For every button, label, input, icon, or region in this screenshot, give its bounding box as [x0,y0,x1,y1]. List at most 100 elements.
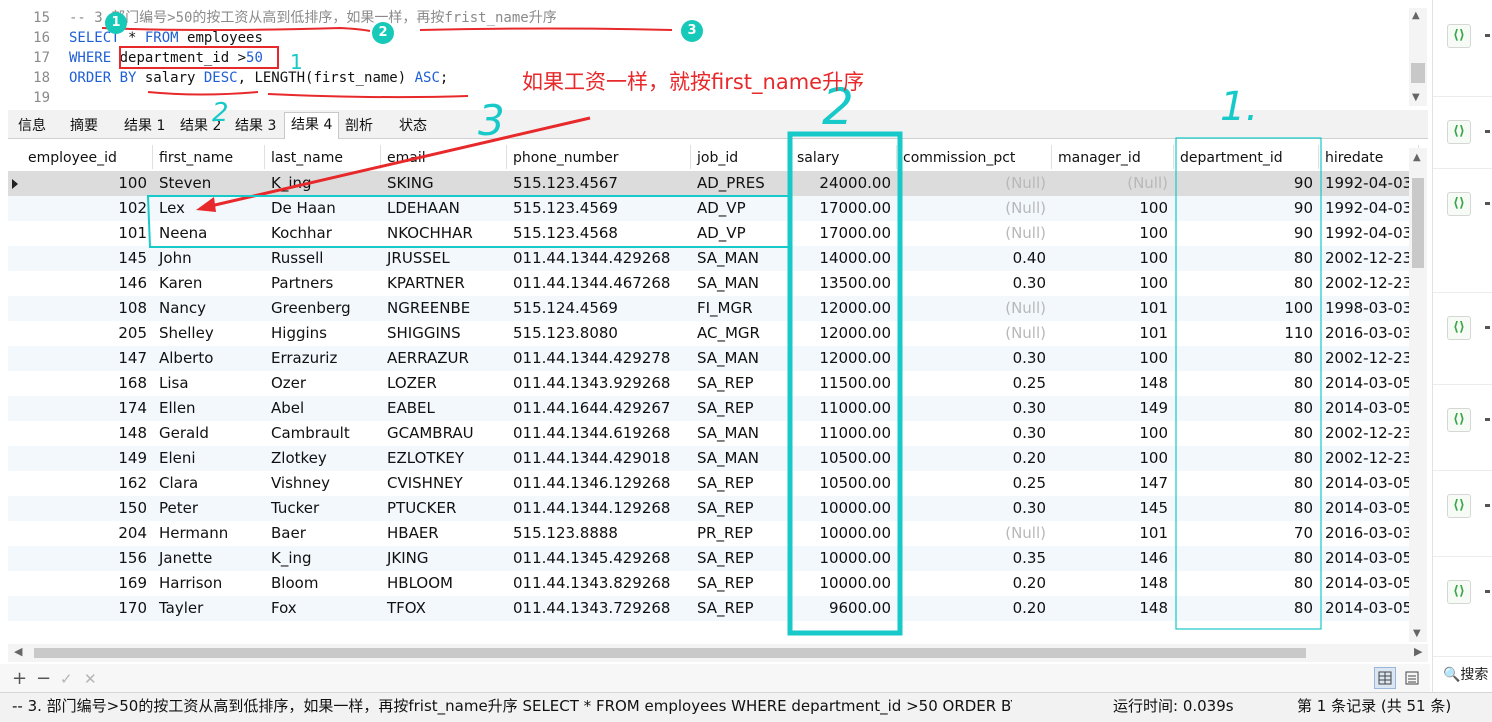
cell-manager-id[interactable]: 101 [1052,521,1174,546]
cell-commission-pct[interactable]: (Null) [897,171,1052,196]
cell-email[interactable]: TFOX [381,596,507,621]
cell-job-id[interactable]: SA_MAN [691,421,791,446]
cell-salary[interactable]: 10000.00 [791,571,897,596]
cell-employee-id[interactable]: 204 [22,521,153,546]
cell-phone-number[interactable]: 011.44.1344.429268 [507,246,691,271]
cell-last-name[interactable]: Fox [265,596,381,621]
cell-first-name[interactable]: Steven [153,171,265,196]
cell-job-id[interactable]: SA_REP [691,371,791,396]
cell-manager-id[interactable]: 149 [1052,396,1174,421]
cell-manager-id[interactable]: 100 [1052,196,1174,221]
cell-employee-id[interactable]: 205 [22,321,153,346]
side-result-item[interactable]: ⟨⟩ [1433,168,1492,293]
cell-phone-number[interactable]: 011.44.1343.829268 [507,571,691,596]
tab-7[interactable]: 剖析 [339,114,379,138]
cell-hiredate[interactable]: 2002-12-23 [1319,246,1419,271]
apply-changes-button[interactable]: ✓ [60,670,73,688]
cell-employee-id[interactable]: 168 [22,371,153,396]
cell-job-id[interactable]: PR_REP [691,521,791,546]
cell-salary[interactable]: 11000.00 [791,396,897,421]
table-row[interactable]: 102 Lex De Haan LDEHAAN 515.123.4569 AD_VP 170… [8,196,1418,221]
cell-salary[interactable]: 10500.00 [791,446,897,471]
cell-last-name[interactable]: De Haan [265,196,381,221]
cell-job-id[interactable]: SA_MAN [691,446,791,471]
cell-commission-pct[interactable]: 0.20 [897,446,1052,471]
cell-department-id[interactable]: 80 [1174,596,1319,621]
cell-manager-id[interactable]: 100 [1052,221,1174,246]
cell-department-id[interactable]: 90 [1174,171,1319,196]
cell-last-name[interactable]: Ozer [265,371,381,396]
side-result-item[interactable]: ⟨⟩ [1433,556,1492,657]
scroll-down-icon[interactable]: ▼ [1412,92,1420,103]
cell-hiredate[interactable]: 1992-04-03 [1319,196,1419,221]
cell-salary[interactable]: 10500.00 [791,471,897,496]
column-header-manager-id[interactable]: manager_id [1052,145,1174,169]
cell-salary[interactable]: 10000.00 [791,521,897,546]
cell-last-name[interactable]: K_ing [265,171,381,196]
cell-employee-id[interactable]: 174 [22,396,153,421]
cell-email[interactable]: JRUSSEL [381,246,507,271]
cell-hiredate[interactable]: 2002-12-23 [1319,446,1419,471]
cell-commission-pct[interactable]: 0.30 [897,346,1052,371]
cell-commission-pct[interactable]: 0.30 [897,271,1052,296]
cell-job-id[interactable]: AD_VP [691,196,791,221]
cell-employee-id[interactable]: 170 [22,596,153,621]
cell-job-id[interactable]: AD_VP [691,221,791,246]
tab-5[interactable]: 结果 3 [229,114,282,138]
cell-email[interactable]: HBLOOM [381,571,507,596]
cell-first-name[interactable]: Alberto [153,346,265,371]
cell-salary[interactable]: 14000.00 [791,246,897,271]
column-header-hiredate[interactable]: hiredate [1319,145,1419,169]
cell-first-name[interactable]: Lex [153,196,265,221]
cell-last-name[interactable]: Partners [265,271,381,296]
table-row[interactable]: 147 Alberto Errazuriz AERRAZUR 011.44.1344.4… [8,346,1418,371]
cell-last-name[interactable]: Kochhar [265,221,381,246]
cell-hiredate[interactable]: 2014-03-05 [1319,471,1419,496]
editor-scrollbar[interactable]: ▲ ▼ [1409,8,1427,106]
cell-manager-id[interactable]: 147 [1052,471,1174,496]
grid-hscroll-thumb[interactable] [34,648,1306,658]
scroll-right-icon[interactable]: ▶ [1414,645,1422,658]
cell-job-id[interactable]: SA_MAN [691,271,791,296]
cell-department-id[interactable]: 70 [1174,521,1319,546]
cell-department-id[interactable]: 80 [1174,271,1319,296]
cell-department-id[interactable]: 80 [1174,346,1319,371]
cell-department-id[interactable]: 80 [1174,471,1319,496]
cell-manager-id[interactable]: 100 [1052,246,1174,271]
delete-row-button[interactable]: − [36,668,51,689]
cell-email[interactable]: CVISHNEY [381,471,507,496]
cell-phone-number[interactable]: 515.123.4567 [507,171,691,196]
cell-email[interactable]: EZLOTKEY [381,446,507,471]
cell-manager-id[interactable]: 100 [1052,271,1174,296]
cell-email[interactable]: LDEHAAN [381,196,507,221]
cell-employee-id[interactable]: 156 [22,546,153,571]
cell-salary[interactable]: 10000.00 [791,546,897,571]
cell-commission-pct[interactable]: 0.30 [897,421,1052,446]
cell-email[interactable]: SKING [381,171,507,196]
cell-manager-id[interactable]: 100 [1052,421,1174,446]
add-row-button[interactable]: + [12,668,27,689]
cell-manager-id[interactable]: 145 [1052,496,1174,521]
cell-commission-pct[interactable]: (Null) [897,221,1052,246]
table-row[interactable]: 101 Neena Kochhar NKOCHHAR 515.123.4568 AD_VP… [8,221,1418,246]
cell-commission-pct[interactable]: (Null) [897,296,1052,321]
cell-email[interactable]: PTUCKER [381,496,507,521]
cell-employee-id[interactable]: 149 [22,446,153,471]
scroll-left-icon[interactable]: ◀ [14,645,22,658]
side-result-item[interactable]: ⟨⟩ [1433,292,1492,385]
table-row[interactable]: 174 Ellen Abel EABEL 011.44.1644.429267 SA_RE… [8,396,1418,421]
cell-first-name[interactable]: Janette [153,546,265,571]
column-header-phone-number[interactable]: phone_number [507,145,691,169]
cell-commission-pct[interactable]: 0.30 [897,396,1052,421]
table-row[interactable]: 145 John Russell JRUSSEL 011.44.1344.429268 S… [8,246,1418,271]
cell-phone-number[interactable]: 011.44.1344.467268 [507,271,691,296]
cell-department-id[interactable]: 80 [1174,546,1319,571]
table-row[interactable]: 108 Nancy Greenberg NGREENBE 515.124.4569 FI_… [8,296,1418,321]
cell-email[interactable]: SHIGGINS [381,321,507,346]
cell-email[interactable]: HBAER [381,521,507,546]
cell-department-id[interactable]: 100 [1174,296,1319,321]
cell-first-name[interactable]: John [153,246,265,271]
side-result-item[interactable]: ⟨⟩ [1433,384,1492,471]
cell-first-name[interactable]: Ellen [153,396,265,421]
cell-salary[interactable]: 9600.00 [791,596,897,621]
